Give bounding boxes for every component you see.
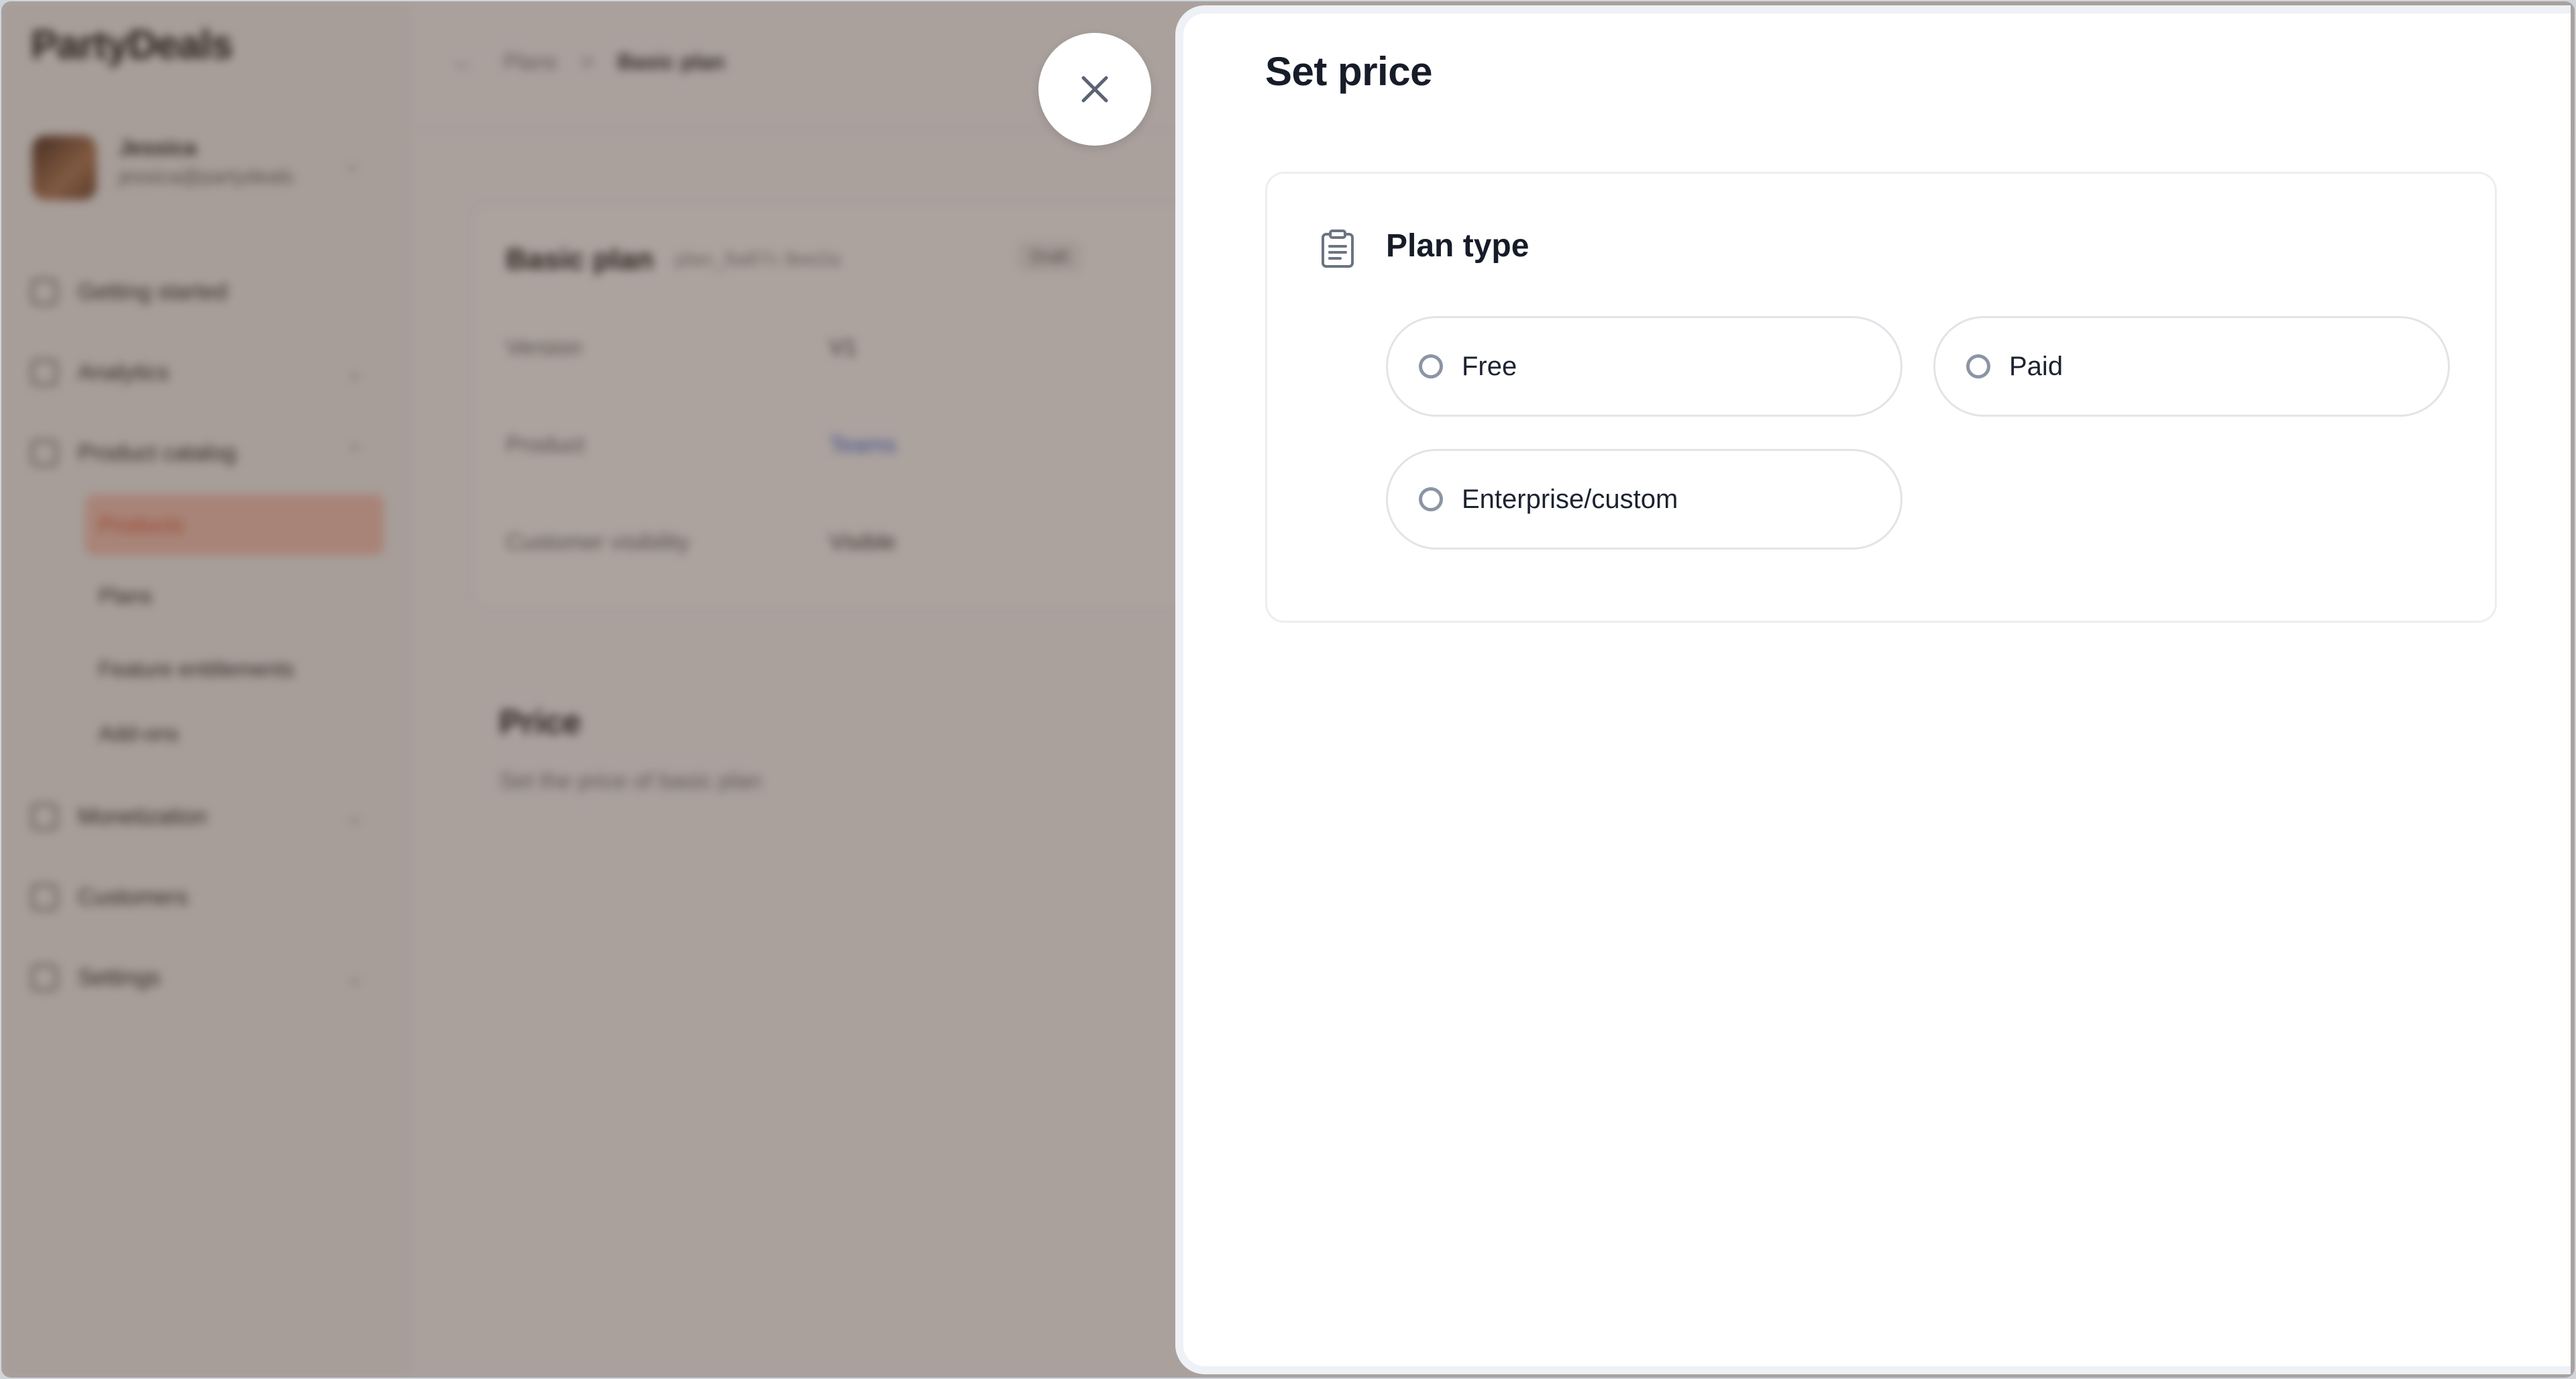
drawer-title: Set price (1265, 49, 1432, 94)
radio-button[interactable] (1419, 354, 1443, 378)
radio-button[interactable] (1966, 354, 1990, 378)
clipboard-icon (1322, 229, 1354, 268)
plan-type-title: Plan type (1386, 228, 1529, 264)
plan-type-option-enterprise[interactable]: Enterprise/custom (1386, 449, 1902, 550)
option-label: Paid (2009, 351, 2063, 381)
radio-button[interactable] (1419, 487, 1443, 511)
app-window: PartyDeals Jessica jessica@partydeals ⌄ … (1, 1, 2575, 1378)
plan-type-option-free[interactable]: Free (1386, 316, 1902, 417)
plan-type-option-paid[interactable]: Paid (1933, 316, 2450, 417)
option-label: Enterprise/custom (1462, 484, 1678, 514)
set-price-drawer: Set price Plan type Free Paid Enterprise… (1175, 5, 2571, 1374)
plan-type-card: Plan type Free Paid Enterprise/custom (1265, 172, 2497, 623)
close-icon (1081, 76, 1108, 103)
option-label: Free (1462, 351, 1517, 381)
close-drawer-button[interactable] (1038, 33, 1151, 146)
